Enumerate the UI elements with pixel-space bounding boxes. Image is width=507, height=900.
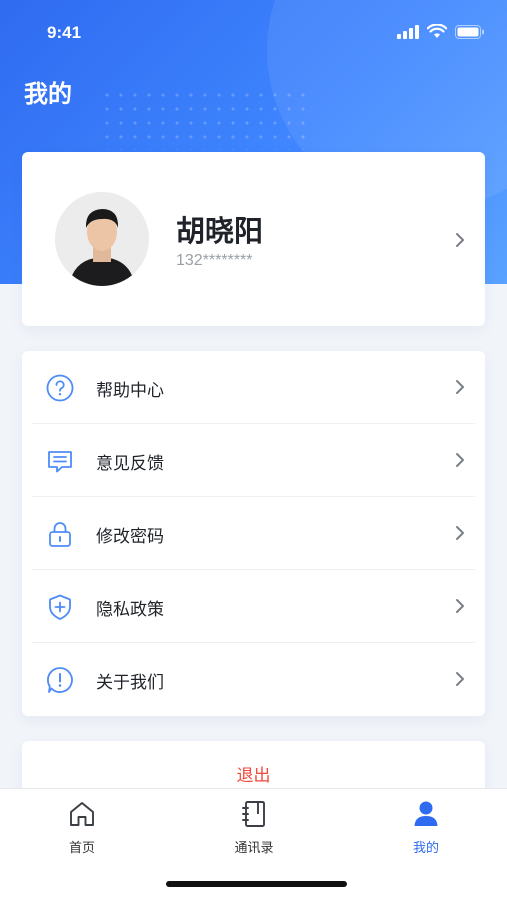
menu-item-label: 帮助中心: [96, 381, 164, 401]
user-phone: 132********: [176, 252, 253, 269]
chevron-right-icon: [456, 380, 464, 394]
menu-item-label: 修改密码: [96, 527, 164, 547]
user-icon: [414, 801, 438, 826]
chevron-right-icon: [456, 672, 464, 686]
status-bar: 9:41: [0, 0, 507, 66]
tab-label: 我的: [412, 841, 439, 856]
status-time: 9:41: [47, 23, 82, 42]
avatar[interactable]: [55, 192, 149, 286]
tab-label: 首页: [68, 841, 95, 856]
feedback-icon: [48, 451, 72, 473]
menu-item-change-password[interactable]: 修改密码: [22, 497, 485, 570]
battery-icon: [455, 24, 484, 39]
profile-card[interactable]: 胡晓阳 132********: [22, 152, 485, 326]
chevron-right-icon: [456, 526, 464, 540]
chevron-right-icon: [456, 599, 464, 613]
tab-label: 通讯录: [234, 841, 274, 856]
shield-icon: [49, 594, 71, 620]
header-dot-pattern: [100, 88, 310, 150]
signal-icon: [397, 24, 419, 39]
contacts-icon: [242, 801, 265, 827]
home-icon: [70, 802, 94, 826]
settings-menu: 帮助中心 意见反馈 修改密码 隐私政策 关于我们: [22, 351, 485, 716]
wifi-icon: [427, 24, 447, 38]
menu-item-label: 意见反馈: [96, 454, 164, 474]
chevron-right-icon: [456, 453, 464, 467]
page-title: 我的: [24, 80, 72, 108]
menu-item-help-center[interactable]: 帮助中心: [22, 351, 485, 424]
help-icon: [46, 374, 74, 402]
menu-item-feedback[interactable]: 意见反馈: [22, 424, 485, 497]
avatar-portrait: [55, 192, 149, 286]
tab-contacts[interactable]: 通讯录: [204, 799, 304, 859]
menu-item-privacy-policy[interactable]: 隐私政策: [22, 570, 485, 643]
info-icon: [47, 667, 73, 693]
menu-item-label: 关于我们: [96, 673, 164, 693]
chevron-right-icon: [456, 233, 464, 247]
home-indicator: [166, 881, 347, 887]
logout-label: 退出: [236, 766, 271, 786]
menu-item-label: 隐私政策: [96, 600, 164, 620]
status-icons: [397, 24, 485, 39]
lock-icon: [49, 522, 71, 547]
user-name: 胡晓阳: [176, 214, 264, 248]
tab-home[interactable]: 首页: [32, 799, 132, 859]
menu-item-about-us[interactable]: 关于我们: [22, 643, 485, 716]
tab-mine[interactable]: 我的: [376, 799, 476, 859]
